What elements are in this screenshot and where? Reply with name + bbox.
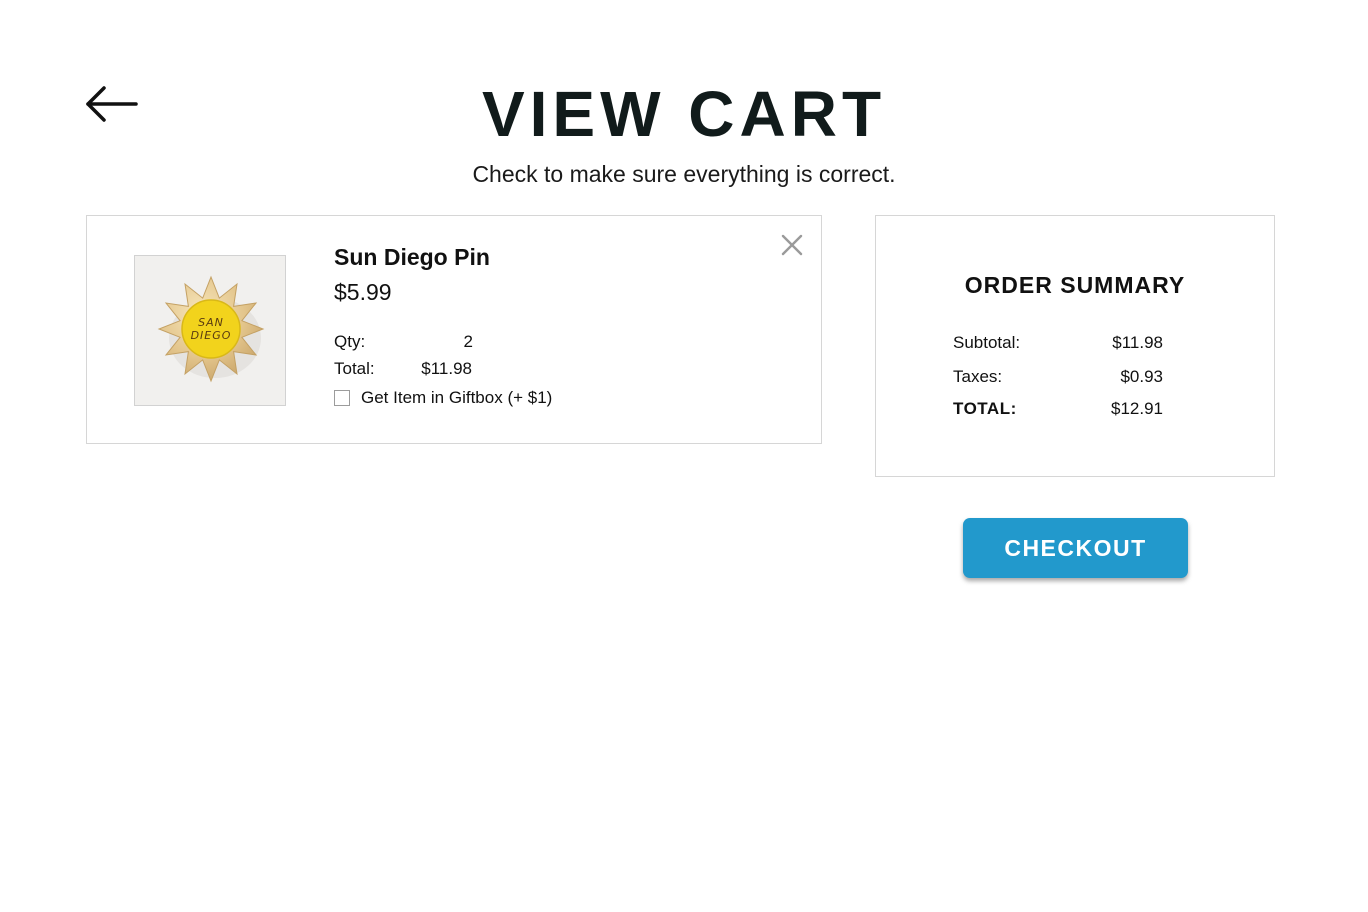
taxes-label: Taxes: (953, 367, 1003, 386)
taxes-value: $0.93 (1120, 367, 1163, 386)
subtotal-value: $11.98 (1112, 333, 1163, 352)
product-image[interactable]: SAN DIEGO (134, 255, 286, 406)
subtotal-label: Subtotal: (953, 333, 1021, 352)
order-summary-title: ORDER SUMMARY (964, 272, 1186, 298)
giftbox-label[interactable]: Get Item in Giftbox (+ $1) (361, 388, 552, 408)
order-summary-card: ORDER SUMMARY Subtotal: $11.98 Taxes: $0… (875, 215, 1275, 477)
sun-pin-image: SAN DIEGO (157, 275, 265, 383)
cart-item-card: SAN DIEGO Sun Diego Pin $5.99 Qty: 2 Tot… (86, 215, 822, 444)
view-cart-page: VIEW CART Check to make sure everything … (0, 0, 1368, 912)
order-total-value: $12.91 (1111, 399, 1163, 418)
order-total-label: TOTAL: (953, 399, 1017, 418)
page-subtitle: Check to make sure everything is correct… (472, 161, 896, 187)
close-icon (781, 234, 803, 256)
item-total-value: $11.98 (421, 359, 472, 378)
remove-item-button[interactable] (779, 232, 805, 258)
qty-value: 2 (463, 332, 473, 351)
checkout-button[interactable]: CHECKOUT (963, 518, 1188, 578)
pin-text-line-2: DIEGO (191, 329, 232, 342)
product-name[interactable]: Sun Diego Pin (334, 244, 490, 271)
page-title: VIEW CART (481, 78, 887, 150)
giftbox-checkbox[interactable] (334, 390, 350, 406)
pin-text-line-1: SAN (198, 316, 224, 329)
product-price: $5.99 (334, 279, 392, 305)
